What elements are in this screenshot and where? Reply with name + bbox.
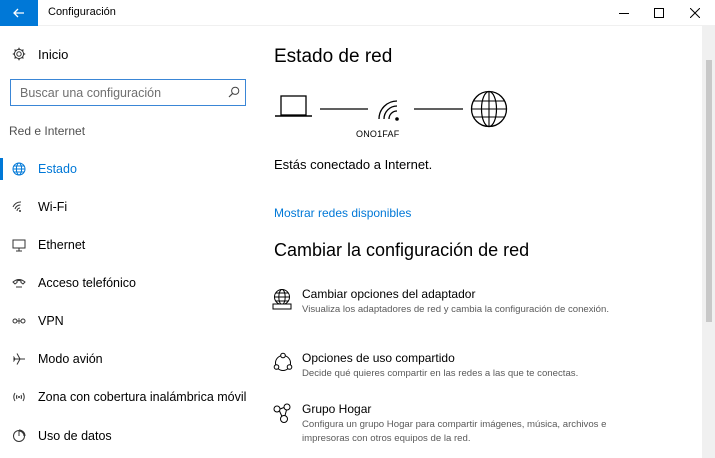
sidebar-item-estado[interactable]: Estado	[0, 154, 258, 184]
scrollbar[interactable]	[702, 26, 715, 458]
sidebar-item-vpn[interactable]: VPN	[0, 306, 258, 336]
sidebar-item-modo-avion[interactable]: Modo avión	[0, 344, 258, 374]
window-title: Configuración	[48, 6, 116, 18]
ethernet-icon	[0, 239, 38, 252]
option-description: Decide qué quieres compartir en las rede…	[302, 368, 579, 379]
close-button[interactable]	[678, 0, 712, 26]
option-description: Configura un grupo Hogar para compartir …	[302, 419, 607, 444]
sidebar-home-label: Inicio	[38, 46, 69, 62]
wifi-signal-icon	[378, 100, 399, 121]
vpn-icon	[0, 316, 38, 326]
homegroup-icon	[273, 403, 291, 423]
title-bar: Configuración	[0, 0, 715, 26]
search-icon[interactable]	[228, 86, 240, 98]
sidebar-item-label: Wi-Fi	[38, 200, 68, 214]
minimize-icon	[619, 13, 629, 14]
sidebar-item-acceso-telefonico[interactable]: Acceso telefónico	[0, 268, 258, 298]
minimize-button[interactable]	[607, 0, 641, 26]
sidebar-item-label: Estado	[38, 162, 77, 176]
globe-network-icon	[0, 162, 38, 176]
sidebar-item-wifi[interactable]: Wi-Fi	[0, 192, 258, 222]
sidebar-item-uso-de-datos[interactable]: Uso de datos	[0, 421, 258, 451]
arrow-left-icon	[13, 8, 24, 18]
data-usage-icon	[0, 429, 38, 443]
sidebar-item-label: Zona con cobertura inalámbrica móvil	[38, 390, 247, 404]
hotspot-icon	[0, 391, 38, 403]
section-label: Red e Internet	[9, 124, 86, 138]
network-name: ONO1FAF	[356, 129, 400, 139]
option-title: Cambiar opciones del adaptador	[302, 287, 476, 301]
maximize-button[interactable]	[642, 0, 676, 26]
airplane-icon	[0, 352, 38, 366]
back-button[interactable]	[0, 0, 38, 26]
scrollbar-thumb[interactable]	[706, 60, 712, 322]
sidebar-item-ethernet[interactable]: Ethernet	[0, 230, 258, 260]
sidebar-item-label: Modo avión	[38, 352, 103, 366]
sidebar-item-hotspot[interactable]: Zona con cobertura inalámbrica móvil	[0, 382, 258, 412]
adapter-globe-icon	[272, 289, 292, 310]
show-networks-link[interactable]: Mostrar redes disponibles	[274, 206, 411, 220]
section-title: Cambiar la configuración de red	[274, 240, 530, 260]
sidebar-item-label: Ethernet	[38, 238, 86, 252]
page-title: Estado de red	[274, 46, 393, 67]
sidebar: Inicio Red e Internet Estado	[0, 26, 258, 458]
option-title: Grupo Hogar	[302, 402, 372, 416]
sharing-icon	[273, 352, 293, 371]
option-description: Visualiza los adaptadores de red y cambi…	[302, 304, 610, 315]
maximize-icon	[654, 8, 664, 18]
sidebar-item-label: Uso de datos	[38, 429, 112, 443]
sidebar-item-label: Acceso telefónico	[38, 276, 136, 290]
wifi-icon	[0, 201, 38, 213]
connection-status: Estás conectado a Internet.	[274, 157, 433, 172]
close-icon	[690, 8, 700, 18]
option-sharing[interactable]: Opciones de uso compartido Decide qué qu…	[272, 351, 692, 383]
option-title: Opciones de uso compartido	[302, 351, 455, 365]
search-input[interactable]	[11, 80, 221, 105]
sidebar-item-home[interactable]: Inicio	[0, 41, 258, 67]
dial-up-icon	[0, 277, 38, 289]
globe-icon	[470, 90, 508, 128]
laptop-icon	[275, 95, 312, 117]
option-homegroup[interactable]: Grupo Hogar Configura un grupo Hogar par…	[272, 402, 692, 448]
active-indicator	[0, 158, 3, 180]
search-box	[10, 79, 246, 106]
sidebar-item-label: VPN	[38, 314, 64, 328]
option-adapter[interactable]: Cambiar opciones del adaptador Visualiza…	[272, 287, 692, 333]
main-content: Estado de red ONO1FAF Estás conectado a …	[258, 26, 702, 458]
gear-icon	[0, 47, 38, 61]
